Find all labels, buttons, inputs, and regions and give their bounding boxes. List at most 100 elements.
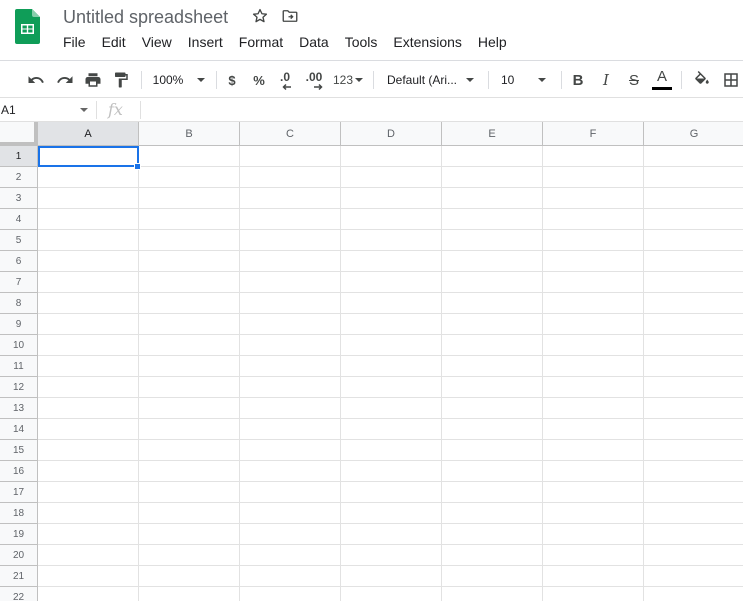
formula-input[interactable] — [142, 100, 732, 120]
row-header-10[interactable]: 10 — [0, 335, 38, 356]
menu-file[interactable]: File — [55, 32, 94, 52]
cell-area[interactable] — [38, 146, 743, 601]
paint-format-icon[interactable] — [109, 61, 133, 99]
undo-icon[interactable] — [24, 61, 48, 99]
number-format-label: 123 — [332, 73, 354, 87]
fill-handle[interactable] — [134, 163, 141, 170]
column-header-a[interactable]: A — [38, 122, 139, 146]
chevron-down-icon[interactable] — [80, 108, 88, 112]
strikethrough-button[interactable]: S — [624, 61, 644, 99]
menu-help[interactable]: Help — [470, 32, 515, 52]
font-family-value: Default (Ari... — [387, 73, 458, 87]
font-family-select[interactable]: Default (Ari... — [382, 61, 480, 99]
row-header-11[interactable]: 11 — [0, 356, 38, 377]
italic-button[interactable]: I — [596, 61, 616, 99]
toolbar-divider — [141, 71, 142, 89]
move-to-folder-icon[interactable] — [281, 7, 299, 25]
row-header-5[interactable]: 5 — [0, 230, 38, 251]
row-header-2[interactable]: 2 — [0, 167, 38, 188]
row-header-22[interactable]: 22 — [0, 587, 38, 601]
toolbar: 100% $ % .0 .00 123 Default (Ari... 10 B… — [0, 60, 743, 98]
row-header-21[interactable]: 21 — [0, 566, 38, 587]
row-header-15[interactable]: 15 — [0, 440, 38, 461]
row-header-17[interactable]: 17 — [0, 482, 38, 503]
column-header-c[interactable]: C — [240, 122, 341, 146]
select-all-corner[interactable] — [0, 122, 38, 146]
menu-bar: File Edit View Insert Format Data Tools … — [55, 32, 515, 52]
document-title[interactable]: Untitled spreadsheet — [63, 6, 228, 28]
row-header-1[interactable]: 1 — [0, 146, 38, 167]
text-color-button[interactable]: A — [651, 61, 673, 99]
row-gridline — [38, 586, 743, 587]
row-gridline — [38, 187, 743, 188]
row-gridline — [38, 502, 743, 503]
column-gridline — [542, 146, 543, 601]
row-header-6[interactable]: 6 — [0, 251, 38, 272]
row-header-12[interactable]: 12 — [0, 377, 38, 398]
row-gridline — [38, 439, 743, 440]
row-header-19[interactable]: 19 — [0, 524, 38, 545]
row-header-14[interactable]: 14 — [0, 419, 38, 440]
row-header-16[interactable]: 16 — [0, 461, 38, 482]
column-gridline — [138, 146, 139, 601]
row-header-20[interactable]: 20 — [0, 545, 38, 566]
row-gridline — [38, 460, 743, 461]
chevron-down-icon — [197, 78, 206, 82]
row-gridline — [38, 523, 743, 524]
column-gridline — [643, 146, 644, 601]
toolbar-divider — [561, 71, 562, 89]
decrease-decimal-button[interactable]: .0 — [274, 61, 296, 99]
increase-decimal-button[interactable]: .00 — [301, 61, 327, 99]
bold-button[interactable]: B — [568, 61, 588, 99]
number-format-select[interactable]: 123 — [330, 61, 366, 99]
row-gridline — [38, 271, 743, 272]
zoom-value: 100% — [152, 73, 184, 87]
borders-icon[interactable] — [720, 61, 742, 99]
menu-view[interactable]: View — [134, 32, 180, 52]
row-header-18[interactable]: 18 — [0, 503, 38, 524]
row-gridline — [38, 334, 743, 335]
row-gridline — [38, 481, 743, 482]
font-size-select[interactable]: 10 — [496, 61, 554, 99]
spreadsheet-grid: A B C D E F G 1 2 3 4 5 6 7 8 9 10 11 12 13 14 15 16 17 18 19 20 21… — [0, 122, 743, 601]
menu-extensions[interactable]: Extensions — [385, 32, 469, 52]
fill-color-icon[interactable] — [691, 61, 713, 99]
row-gridline — [38, 229, 743, 230]
currency-format-button[interactable]: $ — [222, 61, 242, 99]
column-header-g[interactable]: G — [644, 122, 743, 146]
column-header-b[interactable]: B — [139, 122, 240, 146]
row-gridline — [38, 313, 743, 314]
menu-data[interactable]: Data — [291, 32, 337, 52]
print-icon[interactable] — [81, 61, 105, 99]
row-header-7[interactable]: 7 — [0, 272, 38, 293]
text-color-label: A — [656, 67, 667, 85]
formula-bar: A1 fx — [0, 98, 743, 122]
menu-tools[interactable]: Tools — [337, 32, 386, 52]
menu-edit[interactable]: Edit — [94, 32, 134, 52]
row-header-3[interactable]: 3 — [0, 188, 38, 209]
row-header-13[interactable]: 13 — [0, 398, 38, 419]
row-gridline — [38, 166, 743, 167]
star-icon[interactable] — [251, 7, 269, 25]
toolbar-divider — [681, 71, 682, 89]
row-header-9[interactable]: 9 — [0, 314, 38, 335]
row-header-4[interactable]: 4 — [0, 209, 38, 230]
column-header-d[interactable]: D — [341, 122, 442, 146]
selected-cell-outline — [38, 146, 139, 167]
sheets-logo-icon[interactable] — [15, 9, 40, 44]
formula-bar-divider — [96, 101, 97, 119]
percent-format-button[interactable]: % — [249, 61, 269, 99]
title-bar: Untitled spreadsheet File Edit View Inse… — [0, 0, 743, 60]
menu-format[interactable]: Format — [231, 32, 291, 52]
row-header-8[interactable]: 8 — [0, 293, 38, 314]
column-header-e[interactable]: E — [442, 122, 543, 146]
redo-icon[interactable] — [53, 61, 77, 99]
row-gridline — [38, 292, 743, 293]
name-box-value: A1 — [1, 103, 16, 117]
column-gridline — [239, 146, 240, 601]
text-color-swatch — [652, 86, 672, 90]
row-gridline — [38, 397, 743, 398]
column-header-f[interactable]: F — [543, 122, 644, 146]
zoom-select[interactable]: 100% — [148, 61, 210, 99]
menu-insert[interactable]: Insert — [180, 32, 231, 52]
